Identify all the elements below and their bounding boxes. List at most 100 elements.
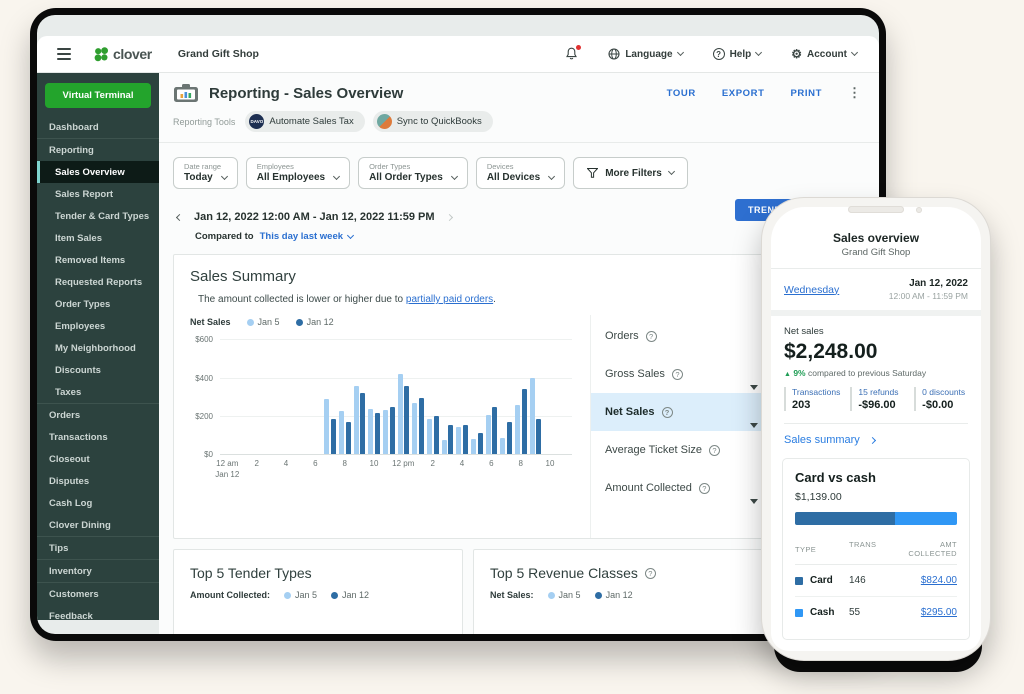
date-range-filter[interactable]: Date range Today — [173, 157, 238, 189]
help-menu[interactable]: ? Help — [712, 48, 763, 60]
export-button[interactable]: EXPORT — [722, 88, 765, 99]
sidebar-item-taxes[interactable]: Taxes — [37, 381, 159, 403]
order-types-filter[interactable]: Order Types All Order Types — [358, 157, 468, 189]
employees-filter[interactable]: Employees All Employees — [245, 157, 351, 189]
metric-label: Amount Collected — [605, 482, 692, 494]
devices-filter[interactable]: Devices All Devices — [475, 157, 566, 189]
partially-paid-orders-link[interactable]: partially paid orders — [406, 294, 493, 305]
help-icon[interactable]: ? — [645, 330, 657, 342]
stage: clover Grand Gift Shop Language ? Help ⚙… — [0, 0, 1024, 694]
filter-value: Today — [184, 172, 213, 183]
page-title: Reporting - Sales Overview — [209, 84, 404, 102]
amount-link[interactable]: $824.00 — [894, 575, 957, 586]
chevron-down-icon — [346, 231, 355, 239]
sidebar-item-sales-report[interactable]: Sales Report — [37, 183, 159, 205]
x-tick-text: 2 — [254, 459, 259, 468]
sidebar-item-label: Disputes — [49, 475, 90, 487]
sidebar-item-reporting[interactable]: Reporting — [37, 138, 159, 161]
note-suffix: . — [493, 294, 496, 305]
bar-segment-1 — [895, 512, 957, 525]
sidebar-item-label: Sales Overview — [55, 166, 125, 178]
clover-mark-icon — [94, 47, 108, 62]
metric-label: Net Sales — [605, 406, 655, 418]
sidebar-item-transactions[interactable]: Transactions — [37, 426, 159, 448]
sidebar-item-my-neighborhood[interactable]: My Neighborhood — [37, 337, 159, 359]
sidebar-item-cash-log[interactable]: Cash Log — [37, 492, 159, 514]
chevron-down-icon — [667, 167, 675, 176]
sidebar-item-tender-card-types[interactable]: Tender & Card Types — [37, 205, 159, 227]
quickbooks-logo-icon — [376, 114, 392, 129]
sidebar-item-sales-overview[interactable]: Sales Overview — [37, 161, 159, 183]
help-icon[interactable]: ? — [644, 567, 656, 579]
sidebar-item-orders[interactable]: Orders — [37, 403, 159, 426]
help-label: Help — [729, 48, 752, 60]
type-label: Cash — [810, 607, 835, 618]
sync-to-quickbooks-chip[interactable]: Sync to QuickBooks — [372, 111, 493, 132]
sidebar-item-removed-items[interactable]: Removed Items — [37, 249, 159, 271]
sidebar-item-item-sales[interactable]: Item Sales — [37, 227, 159, 249]
x-tick-text: 10 — [545, 459, 555, 468]
notifications-button[interactable] — [565, 45, 582, 61]
sales-summary-link[interactable]: Sales summary — [771, 424, 981, 456]
funnel-icon — [587, 168, 599, 178]
sidebar-item-tips[interactable]: Tips — [37, 536, 159, 559]
store-name: Grand Gift Shop — [177, 48, 259, 60]
day-link[interactable]: Wednesday — [784, 284, 839, 296]
table-row-cash: Cash 55 $295.00 — [795, 597, 957, 628]
sidebar-item-employees[interactable]: Employees — [37, 315, 159, 337]
sidebar-item-label: Removed Items — [55, 254, 126, 266]
filter-value-row: All Devices — [487, 172, 556, 183]
language-menu[interactable]: Language — [608, 48, 684, 60]
account-menu[interactable]: ⚙ Account — [791, 48, 859, 60]
bar-jan12-h10 — [374, 413, 380, 454]
phone-subtitle: Grand Gift Shop — [841, 247, 911, 258]
amount-link[interactable]: $295.00 — [894, 607, 957, 618]
x-tick-label: 12 pm — [392, 459, 414, 470]
sidebar-item-discounts[interactable]: Discounts — [37, 359, 159, 381]
chevron-down-icon — [333, 172, 341, 180]
hamburger-menu-icon[interactable] — [57, 48, 71, 60]
virtual-terminal-button[interactable]: Virtual Terminal — [45, 83, 151, 108]
tour-button[interactable]: TOUR — [667, 88, 696, 99]
previous-date-button[interactable] — [175, 213, 184, 221]
next-date-button[interactable] — [445, 213, 453, 221]
bar-jan5-h15 — [441, 440, 447, 454]
expand-caret-icon[interactable] — [750, 385, 758, 390]
help-icon[interactable]: ? — [698, 482, 710, 494]
compare-period-dropdown[interactable]: This day last week — [260, 231, 355, 242]
sidebar-item-clover-dining[interactable]: Clover Dining — [37, 514, 159, 536]
kebab-menu-icon[interactable]: ⋮ — [848, 85, 861, 101]
expand-caret-icon[interactable] — [750, 423, 758, 428]
help-icon[interactable]: ? — [661, 406, 673, 418]
sidebar-item-order-types[interactable]: Order Types — [37, 293, 159, 315]
bar-jan5-h13 — [412, 403, 418, 454]
sidebar-item-customers[interactable]: Customers — [37, 582, 159, 605]
more-filters-button[interactable]: More Filters — [573, 157, 688, 189]
clover-logo[interactable]: clover — [93, 46, 152, 62]
net-sales-block: Net sales $2,248.00 ▲ 9% compared to pre… — [771, 316, 981, 378]
gridline — [220, 378, 572, 379]
sidebar-item-inventory[interactable]: Inventory — [37, 559, 159, 582]
card-legend-label: Net Sales: — [490, 590, 534, 600]
globe-icon — [608, 48, 620, 60]
automate-sales-tax-chip[interactable]: DAVO Automate Sales Tax — [245, 111, 365, 132]
sidebar-nav: Dashboard Reporting Sales Overview Sales Re… — [37, 116, 159, 620]
sidebar-item-disputes[interactable]: Disputes — [37, 470, 159, 492]
bar-jan5-h20 — [514, 405, 520, 454]
sidebar-item-dashboard[interactable]: Dashboard — [37, 116, 159, 138]
bar-jan5-h18 — [485, 415, 491, 454]
sidebar-item-requested-reports[interactable]: Requested Reports — [37, 271, 159, 293]
x-tick-label: 2 — [254, 459, 258, 470]
bar-jan5-h14 — [426, 419, 432, 454]
x-tick-text: 12 am — [216, 459, 239, 468]
metric-label: Average Ticket Size — [605, 444, 703, 456]
expand-caret-icon[interactable] — [750, 499, 758, 504]
print-button[interactable]: PRINT — [791, 88, 823, 99]
sidebar-item-closeout[interactable]: Closeout — [37, 448, 159, 470]
help-icon[interactable]: ? — [709, 444, 721, 456]
legend-dot — [331, 591, 339, 599]
sidebar-item-feedback[interactable]: Feedback — [37, 605, 159, 621]
x-tick-label: 8 — [342, 459, 346, 470]
top-5-tender-types-card: Top 5 Tender Types Amount Collected: Jan 5… — [173, 549, 463, 634]
help-icon[interactable]: ? — [671, 368, 683, 380]
